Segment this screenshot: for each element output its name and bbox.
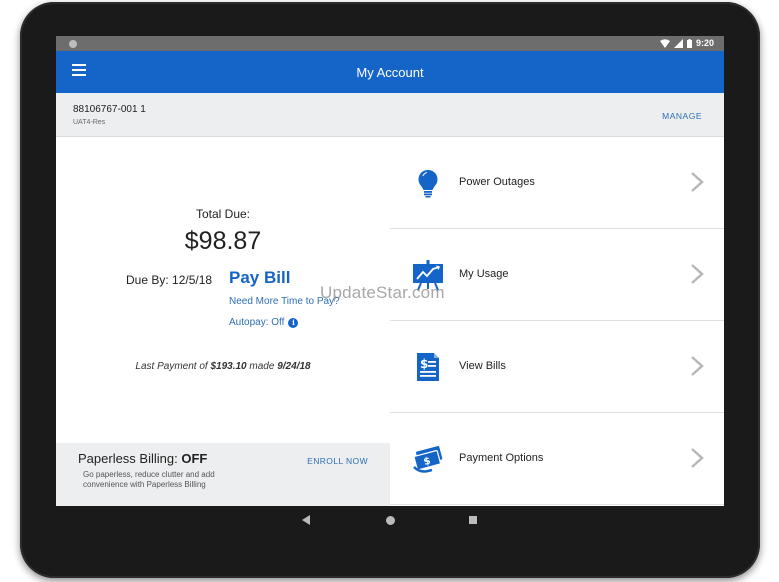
payment-cash-icon: $ <box>413 445 443 473</box>
account-type: UAT4-Res <box>73 119 106 126</box>
autopay-status: Autopay: Off i <box>229 317 299 328</box>
back-icon[interactable] <box>302 515 310 525</box>
bill-document-icon: $ <box>417 353 439 381</box>
menu-item-my-usage[interactable]: My Usage <box>390 229 724 321</box>
total-due-amount: $98.87 <box>184 227 262 255</box>
last-payment-mid: made <box>246 361 278 372</box>
menu-item-view-bills[interactable]: $ View Bills <box>390 321 724 413</box>
billing-summary-panel: Total Due: $98.87 Due By: 12/5/18 Pay Bi… <box>56 137 390 506</box>
paperless-title-text: Paperless Billing: <box>78 451 182 466</box>
info-icon[interactable]: i <box>288 317 299 328</box>
status-icons: 9:20 <box>659 38 714 48</box>
app-screen: 9:20 My Account 88106767-001 1 UAT4-Res … <box>56 36 724 506</box>
menu-list: Power Outages My Usage $ View Bills $ Pa… <box>390 137 724 506</box>
account-bar: 88106767-001 1 UAT4-Res MANAGE <box>56 93 724 137</box>
due-by-date: Due By: 12/5/18 <box>126 273 213 287</box>
paperless-status: OFF <box>181 451 208 466</box>
total-due-label: Total Due: <box>195 207 251 221</box>
manage-button[interactable]: MANAGE <box>662 111 702 121</box>
chevron-right-icon <box>691 172 704 192</box>
menu-item-label: Power Outages <box>459 176 535 188</box>
pay-bill-button[interactable]: Pay Bill <box>229 268 290 288</box>
enroll-now-button[interactable]: ENROLL NOW <box>307 456 368 466</box>
menu-item-label: My Usage <box>459 268 509 280</box>
menu-item-power-outages[interactable]: Power Outages <box>390 137 724 229</box>
status-bar: 9:20 <box>56 36 724 51</box>
account-number: 88106767-001 1 <box>73 104 146 115</box>
wifi-icon <box>659 38 670 48</box>
autopay-label: Autopay: Off <box>229 317 285 328</box>
notification-dot-icon <box>69 40 77 48</box>
home-icon[interactable] <box>386 516 395 525</box>
lightbulb-icon <box>418 170 438 198</box>
watermark: UpdateStar.com <box>320 283 445 302</box>
page-title: My Account <box>356 65 424 80</box>
paperless-description: Go paperless, reduce clutter and add con… <box>83 470 215 489</box>
paperless-billing-banner: Paperless Billing: OFF Go paperless, red… <box>56 443 390 506</box>
last-payment-amount: $193.10 <box>210 361 247 372</box>
menu-item-label: Payment Options <box>459 452 544 464</box>
chevron-right-icon <box>691 356 704 376</box>
android-nav-bar <box>56 506 724 536</box>
chevron-right-icon <box>691 448 704 468</box>
recent-apps-icon[interactable] <box>469 516 477 524</box>
last-payment-date: 9/24/18 <box>277 361 311 372</box>
signal-icon <box>673 38 683 48</box>
menu-item-payment-options[interactable]: $ Payment Options <box>390 413 724 505</box>
svg-text:$: $ <box>420 357 428 371</box>
last-payment-text: Last Payment of $193.10 made 9/24/18 <box>56 361 390 372</box>
app-bar: My Account <box>56 51 724 93</box>
status-time: 9:20 <box>695 38 714 48</box>
chevron-right-icon <box>691 264 704 284</box>
menu-item-label: View Bills <box>459 360 506 372</box>
paperless-title: Paperless Billing: OFF <box>78 451 207 466</box>
last-payment-prefix: Last Payment of <box>135 361 211 372</box>
battery-icon <box>686 38 692 48</box>
